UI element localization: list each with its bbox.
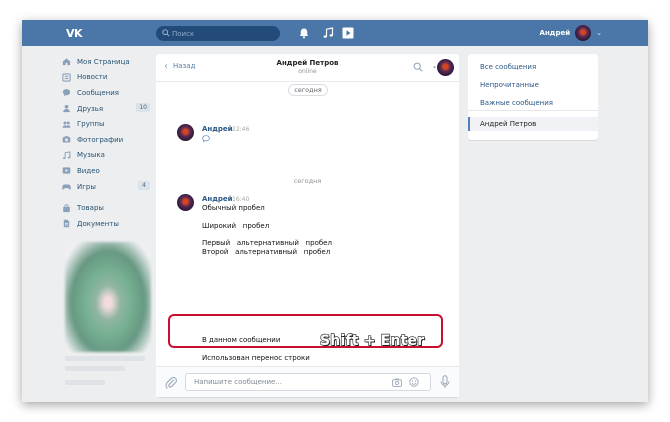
news-icon bbox=[62, 73, 71, 82]
avatar[interactable] bbox=[177, 124, 194, 141]
message-text: Обычный пробел bbox=[202, 204, 265, 212]
chevron-down-icon: ⌄ bbox=[596, 29, 602, 37]
message-author[interactable]: Андрей bbox=[202, 195, 233, 203]
blurred-ad-caption bbox=[65, 356, 145, 361]
message-text: Широкий пробел bbox=[202, 222, 270, 230]
active-dialog-label: Андрей Петров bbox=[480, 120, 537, 128]
message-text: Первый альтернативный пробел bbox=[202, 239, 332, 247]
smile-icon[interactable] bbox=[409, 377, 419, 387]
search-input[interactable] bbox=[172, 27, 276, 40]
shortcut-overlay-label: Shift + Enter bbox=[319, 332, 425, 349]
active-dialog-item[interactable]: Андрей Петров bbox=[468, 117, 598, 131]
browser-window: VK Андрей ⌄ bbox=[22, 20, 648, 402]
sidebar-item-goods[interactable]: Товары bbox=[62, 200, 150, 216]
filter-unread[interactable]: Непрочитанные bbox=[480, 81, 539, 89]
camera-icon[interactable] bbox=[392, 378, 402, 387]
chat-window: ‹ Назад Андрей Петров online сегодня Анд… bbox=[156, 54, 459, 397]
sidebar-item-news[interactable]: Новости bbox=[62, 70, 150, 86]
sidebar-item-friends[interactable]: Друзья 10 bbox=[62, 101, 150, 117]
filter-important[interactable]: Важные сообщения bbox=[480, 99, 553, 107]
sidebar-item-label: Группы bbox=[77, 120, 105, 129]
sidebar-item-music[interactable]: Музыка bbox=[62, 148, 150, 164]
play-icon[interactable] bbox=[342, 27, 354, 39]
message-text: Использован перенос строки bbox=[202, 354, 310, 362]
sidebar-item-photos[interactable]: Фотографии bbox=[62, 132, 150, 148]
music-icon bbox=[62, 151, 71, 159]
date-pill[interactable]: сегодня bbox=[288, 84, 328, 96]
sidebar-item-label: Новости bbox=[77, 73, 108, 82]
sidebar-item-label: Игры bbox=[77, 182, 96, 191]
message-composer bbox=[156, 366, 459, 397]
paperclip-icon[interactable] bbox=[165, 376, 177, 389]
avatar[interactable] bbox=[177, 194, 194, 211]
sidebar-item-label: Моя Страница bbox=[77, 57, 130, 66]
sidebar-item-label: Документы bbox=[77, 219, 119, 228]
edit-icon bbox=[202, 135, 210, 142]
avatar[interactable] bbox=[437, 59, 454, 76]
message-time: 22:46 bbox=[232, 126, 250, 133]
search-icon bbox=[162, 29, 170, 37]
message-text: Второй альтернативный пробел bbox=[202, 248, 331, 256]
friends-icon bbox=[63, 104, 70, 113]
divider bbox=[468, 110, 598, 111]
user-name: Андрей bbox=[539, 29, 571, 37]
top-bar: VK Андрей ⌄ bbox=[22, 20, 648, 46]
bag-icon bbox=[63, 203, 70, 212]
sidebar-item-label: Видео bbox=[77, 166, 100, 175]
blurred-ad-caption bbox=[65, 380, 105, 385]
sidebar-item-video[interactable]: Видео bbox=[62, 163, 150, 179]
sidebar-item-my-page[interactable]: Моя Страница bbox=[62, 54, 150, 70]
music-note-icon[interactable] bbox=[322, 27, 334, 39]
home-icon bbox=[62, 58, 71, 66]
sidebar-item-games[interactable]: Игры 4 bbox=[62, 179, 150, 195]
messages-filter-panel: Все сообщения Непрочитанные Важные сообщ… bbox=[468, 54, 598, 140]
camera-icon bbox=[62, 136, 71, 143]
document-icon bbox=[63, 219, 70, 228]
sidebar-item-label: Товары bbox=[77, 204, 104, 213]
blurred-ad-caption bbox=[65, 366, 125, 371]
sidebar-item-documents[interactable]: Документы bbox=[62, 216, 150, 232]
vk-logo[interactable]: VK bbox=[66, 27, 83, 40]
messages-icon bbox=[62, 89, 71, 97]
friends-count-badge: 10 bbox=[136, 102, 150, 112]
chat-header: ‹ Назад Андрей Петров online bbox=[156, 54, 459, 82]
groups-icon bbox=[62, 121, 71, 128]
filter-all-messages[interactable]: Все сообщения bbox=[480, 63, 536, 71]
sidebar-item-label: Друзья bbox=[77, 104, 104, 113]
sidebar-item-label: Фотографии bbox=[77, 135, 124, 144]
games-icon bbox=[62, 184, 71, 190]
left-sidebar: Моя Страница Новости Сообщения Друзья 10… bbox=[62, 54, 150, 232]
games-count-badge: 4 bbox=[138, 180, 150, 190]
sidebar-item-groups[interactable]: Группы bbox=[62, 116, 150, 132]
video-icon bbox=[62, 167, 71, 175]
bell-icon[interactable] bbox=[298, 27, 310, 39]
date-divider: сегодня bbox=[293, 177, 322, 185]
avatar bbox=[575, 25, 592, 41]
user-menu[interactable]: Андрей ⌄ bbox=[540, 25, 602, 41]
message-author[interactable]: Андрей bbox=[202, 125, 233, 133]
sidebar-item-label: Музыка bbox=[77, 151, 105, 160]
sidebar-item-messages[interactable]: Сообщения bbox=[62, 85, 150, 101]
blurred-ad-image bbox=[65, 242, 151, 352]
message-time: 16:40 bbox=[232, 196, 250, 203]
microphone-icon[interactable] bbox=[440, 375, 450, 389]
sidebar-item-label: Сообщения bbox=[77, 88, 120, 97]
search-box[interactable] bbox=[156, 26, 280, 41]
search-icon[interactable] bbox=[413, 62, 423, 72]
